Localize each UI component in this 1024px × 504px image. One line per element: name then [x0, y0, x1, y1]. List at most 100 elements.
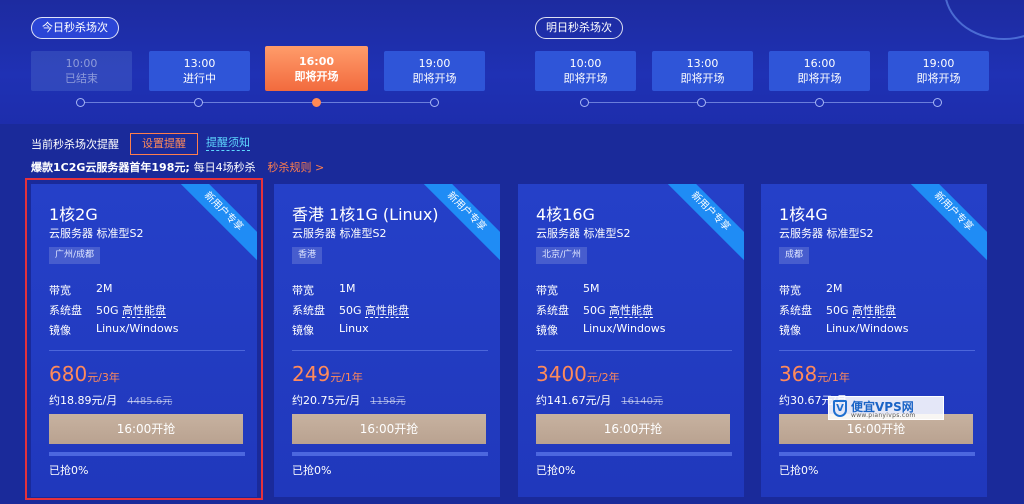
card-title: 1核4G — [779, 205, 828, 224]
session-tomorrow-1000[interactable]: 10:00 即将开场 — [535, 51, 636, 91]
timeline-dot-current — [312, 98, 321, 107]
card-subtitle: 云服务器 标准型S2 — [779, 227, 874, 240]
original-price: 16140元 — [621, 396, 664, 407]
session-status: 已结束 — [65, 72, 98, 85]
session-reminder-text: 当前秒杀场次提醒 — [31, 138, 119, 151]
session-time: 19:00 — [922, 57, 955, 70]
set-reminder-button[interactable]: 设置提醒 — [130, 133, 198, 155]
watermark-logo-icon: V — [833, 400, 847, 417]
monthly-amount: 约141.67元/月 — [536, 394, 612, 407]
session-today-1900[interactable]: 19:00 即将开场 — [384, 51, 485, 91]
session-status: 即将开场 — [680, 72, 725, 85]
card-subtitle: 云服务器 标准型S2 — [49, 227, 144, 240]
disk-size: 50G — [826, 304, 849, 317]
promo-sub: 每日4场秒杀 — [193, 161, 256, 174]
disk-type[interactable]: 高性能盘 — [852, 304, 897, 318]
price-amount: 680 — [49, 362, 88, 386]
monthly-amount: 约20.75元/月 — [292, 394, 361, 407]
region-tag: 广州/成都 — [49, 247, 101, 264]
new-user-ribbon: 新用户专享 — [896, 184, 987, 269]
sold-percent: 已抢0% — [536, 464, 576, 477]
session-time: 10:00 — [65, 57, 98, 70]
card-title: 香港 1核1G (Linux) — [292, 205, 439, 224]
spec-value-image: Linux/Windows — [96, 322, 179, 335]
grab-button[interactable]: 16:00开抢 — [536, 414, 730, 444]
price-amount: 3400 — [536, 362, 587, 386]
tomorrow-sessions-label: 明日秒杀场次 — [535, 17, 623, 39]
sold-progress-bar — [292, 452, 488, 456]
disk-type[interactable]: 高性能盘 — [365, 304, 410, 318]
spec-value-disk: 50G 高性能盘 — [826, 302, 897, 318]
region-tag: 北京/广州 — [536, 247, 588, 264]
card-subtitle: 云服务器 标准型S2 — [292, 227, 387, 240]
card-title: 1核2G — [49, 205, 98, 224]
spec-value-disk: 50G 高性能盘 — [583, 302, 654, 318]
grab-button[interactable]: 16:00开抢 — [49, 414, 243, 444]
session-tomorrow-1600[interactable]: 16:00 即将开场 — [769, 51, 870, 91]
spec-label-image: 镜像 — [49, 324, 71, 337]
disk-size: 50G — [583, 304, 606, 317]
watermark: V 便宜VPS网 www.pianyivps.com — [828, 396, 944, 420]
spec-label-image: 镜像 — [292, 324, 314, 337]
spec-label-disk: 系统盘 — [49, 304, 82, 317]
timeline-dot — [194, 98, 203, 107]
price: 680元/3年 — [49, 362, 120, 386]
spec-label-disk: 系统盘 — [292, 304, 325, 317]
original-price: 4485.6元 — [127, 396, 173, 407]
session-today-1600[interactable]: 16:00 即将开场 — [265, 46, 368, 91]
spec-value-bandwidth: 5M — [583, 282, 600, 295]
spec-label-bandwidth: 带宽 — [292, 284, 314, 297]
card-title: 4核16G — [536, 205, 595, 224]
reminder-notice-link[interactable]: 提醒须知 — [206, 136, 250, 151]
session-bar: 今日秒杀场次 明日秒杀场次 10:00 已结束 13:00 进行中 16:00 … — [0, 0, 1024, 124]
timeline-dot — [76, 98, 85, 107]
spec-label-disk: 系统盘 — [779, 304, 812, 317]
price: 368元/1年 — [779, 362, 850, 386]
flash-sale-rules-link[interactable]: 秒杀规则 > — [267, 161, 324, 174]
card-divider — [536, 350, 732, 351]
disk-type[interactable]: 高性能盘 — [609, 304, 654, 318]
new-user-ribbon: 新用户专享 — [166, 184, 257, 269]
new-user-ribbon: 新用户专享 — [653, 184, 744, 269]
timeline-dot — [580, 98, 589, 107]
timeline-dot — [430, 98, 439, 107]
product-card-3[interactable]: 新用户专享 4核16G 云服务器 标准型S2 北京/广州 带宽 5M 系统盘 5… — [518, 184, 744, 497]
session-time: 19:00 — [418, 57, 451, 70]
decor-ring — [944, 0, 1024, 40]
session-tomorrow-1300[interactable]: 13:00 即将开场 — [652, 51, 753, 91]
sold-percent: 已抢0% — [49, 464, 89, 477]
monthly-price: 约18.89元/月 4485.6元 — [49, 392, 172, 408]
spec-value-disk: 50G 高性能盘 — [339, 302, 410, 318]
session-time: 10:00 — [569, 57, 602, 70]
sold-progress-bar — [49, 452, 245, 456]
grab-button[interactable]: 16:00开抢 — [292, 414, 486, 444]
spec-label-bandwidth: 带宽 — [49, 284, 71, 297]
new-user-ribbon: 新用户专享 — [409, 184, 500, 269]
monthly-amount: 约18.89元/月 — [49, 394, 118, 407]
spec-label-bandwidth: 带宽 — [536, 284, 558, 297]
session-today-1000[interactable]: 10:00 已结束 — [31, 51, 132, 91]
session-tomorrow-1900[interactable]: 19:00 即将开场 — [888, 51, 989, 91]
card-subtitle: 云服务器 标准型S2 — [536, 227, 631, 240]
session-status: 进行中 — [183, 72, 216, 85]
disk-type[interactable]: 高性能盘 — [122, 304, 167, 318]
region-tag: 成都 — [779, 247, 810, 264]
region-tag: 香港 — [292, 247, 323, 264]
spec-value-image: Linux — [339, 322, 369, 335]
product-card-2[interactable]: 新用户专享 香港 1核1G (Linux) 云服务器 标准型S2 香港 带宽 1… — [274, 184, 500, 497]
price-unit: 元/2年 — [586, 371, 620, 384]
product-card-4[interactable]: 新用户专享 1核4G 云服务器 标准型S2 成都 带宽 2M 系统盘 50G 高… — [761, 184, 987, 497]
price: 3400元/2年 — [536, 362, 620, 386]
spec-value-bandwidth: 2M — [96, 282, 113, 295]
spec-value-image: Linux/Windows — [583, 322, 666, 335]
price-unit: 元/1年 — [330, 371, 363, 384]
session-status: 即将开场 — [916, 72, 961, 85]
card-divider — [779, 350, 975, 351]
spec-label-bandwidth: 带宽 — [779, 284, 801, 297]
product-card-1[interactable]: 新用户专享 1核2G 云服务器 标准型S2 广州/成都 带宽 2M 系统盘 50… — [31, 184, 257, 497]
session-status: 即将开场 — [294, 70, 339, 83]
spec-value-image: Linux/Windows — [826, 322, 909, 335]
session-today-1300[interactable]: 13:00 进行中 — [149, 51, 250, 91]
spec-label-image: 镜像 — [779, 324, 801, 337]
session-time: 13:00 — [183, 57, 216, 70]
